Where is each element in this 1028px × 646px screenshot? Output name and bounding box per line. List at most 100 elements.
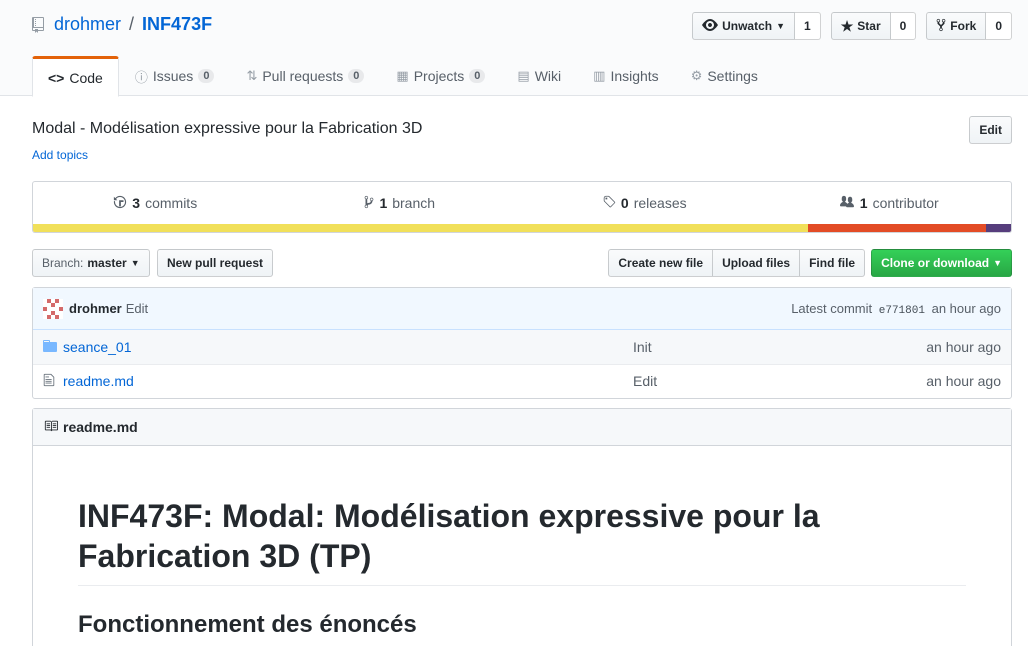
repo-description: Modal - Modélisation expressive pour la … bbox=[32, 120, 423, 137]
tab-settings-label: Settings bbox=[707, 68, 758, 84]
latest-commit-bar: drohmer Edit Latest commit e771801 an ho… bbox=[33, 288, 1011, 330]
gear-icon: ⚙ bbox=[690, 68, 703, 83]
fork-label: Fork bbox=[950, 19, 977, 33]
history-icon bbox=[113, 195, 127, 212]
book-icon bbox=[43, 419, 59, 436]
file-message-cell: Edit bbox=[623, 364, 746, 398]
files-table: seance_01 Init an hour ago readme.md Edi… bbox=[33, 330, 1011, 398]
repo-name-link[interactable]: INF473F bbox=[142, 14, 212, 35]
find-file-button[interactable]: Find file bbox=[799, 249, 866, 277]
fork-button[interactable]: Fork bbox=[926, 12, 987, 40]
upload-files-button[interactable]: Upload files bbox=[712, 249, 801, 277]
branch-label: branch bbox=[392, 195, 436, 211]
graph-icon: ▥ bbox=[593, 68, 606, 83]
clone-or-download-button[interactable]: Clone or download ▼ bbox=[871, 249, 1012, 277]
clone-label: Clone or download bbox=[881, 256, 990, 270]
file-message-cell: Init bbox=[623, 330, 746, 364]
releases-summary[interactable]: 0 releases bbox=[522, 182, 767, 224]
branch-select-button[interactable]: Branch: master ▼ bbox=[32, 249, 150, 277]
fork-count[interactable]: 0 bbox=[986, 12, 1012, 40]
commits-label: commits bbox=[145, 195, 198, 211]
commit-meta: Latest commit e771801 an hour ago bbox=[791, 301, 1001, 317]
file-age: an hour ago bbox=[926, 338, 1001, 355]
tab-projects-label: Projects bbox=[413, 68, 465, 84]
repo-owner-link[interactable]: drohmer bbox=[54, 14, 121, 35]
star-label: Star bbox=[857, 19, 881, 33]
commits-count: 3 bbox=[132, 195, 141, 211]
new-pull-request-button[interactable]: New pull request bbox=[157, 249, 274, 277]
git-pull-request-icon: ⇅ bbox=[246, 68, 258, 83]
watch-group: Unwatch ▼ 1 bbox=[692, 12, 821, 40]
tab-issues[interactable]: ⓘ Issues 0 bbox=[119, 56, 231, 96]
tab-insights-label: Insights bbox=[610, 68, 659, 84]
tab-wiki-label: Wiki bbox=[534, 68, 562, 84]
releases-label: releases bbox=[633, 195, 687, 211]
tab-insights[interactable]: ▥ Insights bbox=[577, 56, 675, 96]
tab-settings[interactable]: ⚙ Settings bbox=[675, 56, 774, 96]
unwatch-label: Unwatch bbox=[722, 19, 773, 33]
repo-actions: Unwatch ▼ 1 ★ Star 0 Fork 0 bbox=[692, 12, 1012, 40]
file-commit-message-link[interactable]: Init bbox=[633, 339, 652, 355]
eye-icon bbox=[702, 18, 719, 34]
commit-message-link[interactable]: Edit bbox=[126, 301, 148, 316]
branch-summary[interactable]: 1 branch bbox=[278, 182, 523, 224]
star-icon: ★ bbox=[840, 17, 854, 34]
folder-icon-cell bbox=[33, 330, 63, 364]
language-segment bbox=[985, 224, 1011, 232]
star-button[interactable]: ★ Star bbox=[830, 12, 891, 40]
repo-separator: / bbox=[129, 14, 135, 34]
add-topics-link[interactable]: Add topics bbox=[32, 148, 88, 162]
caret-down-icon: ▼ bbox=[776, 21, 786, 31]
language-segment bbox=[33, 224, 808, 232]
commit-author-link[interactable]: drohmer bbox=[69, 301, 122, 316]
edit-description-button[interactable]: Edit bbox=[969, 116, 1012, 144]
repo-icon bbox=[32, 16, 44, 33]
avatar[interactable] bbox=[43, 298, 63, 319]
watch-count[interactable]: 1 bbox=[795, 12, 821, 40]
readme-header: readme.md bbox=[33, 409, 1011, 446]
star-count[interactable]: 0 bbox=[890, 12, 917, 40]
star-group: ★ Star 0 bbox=[830, 12, 917, 40]
file-actions-group: Create new file Upload files Find file bbox=[608, 249, 866, 277]
file-name-link[interactable]: readme.md bbox=[63, 373, 134, 389]
latest-commit-label: Latest commit bbox=[791, 300, 873, 316]
issues-counter: 0 bbox=[198, 69, 215, 83]
commits-summary[interactable]: 3 commits bbox=[33, 182, 278, 224]
table-row: seance_01 Init an hour ago bbox=[33, 330, 1011, 364]
people-icon bbox=[839, 195, 855, 212]
pulls-counter: 0 bbox=[348, 69, 365, 83]
caret-down-icon: ▼ bbox=[130, 258, 140, 268]
contributors-summary[interactable]: 1 contributor bbox=[767, 182, 1012, 224]
file-list: drohmer Edit Latest commit e771801 an ho… bbox=[32, 287, 1012, 399]
file-commit-message-link[interactable]: Edit bbox=[633, 373, 657, 389]
tab-wiki[interactable]: ▤ Wiki bbox=[501, 56, 577, 96]
branch-select-value: master bbox=[87, 256, 127, 270]
readme-heading-1: INF473F: Modal: Modélisation expressive … bbox=[78, 496, 966, 586]
readme-filename: readme.md bbox=[63, 419, 138, 435]
git-branch-icon bbox=[364, 195, 374, 212]
commit-age: an hour ago bbox=[931, 300, 1001, 316]
tab-pulls-label: Pull requests bbox=[262, 68, 344, 84]
fork-group: Fork 0 bbox=[926, 12, 1012, 40]
file-name-cell: seance_01 bbox=[63, 330, 623, 364]
file-name-link[interactable]: seance_01 bbox=[63, 339, 132, 355]
fork-icon bbox=[936, 18, 946, 35]
language-bar[interactable] bbox=[32, 224, 1012, 233]
file-text-icon bbox=[43, 373, 55, 390]
branch-select-label: Branch: bbox=[42, 256, 84, 270]
commit-sha-link[interactable]: e771801 bbox=[879, 305, 925, 317]
unwatch-button[interactable]: Unwatch ▼ bbox=[692, 12, 796, 40]
tab-projects[interactable]: ▦ Projects 0 bbox=[380, 56, 501, 96]
tab-pull-requests[interactable]: ⇅ Pull requests 0 bbox=[230, 56, 380, 96]
file-navigation: Branch: master ▼ New pull request Create… bbox=[32, 249, 1012, 277]
repo-nav: <> Code ⓘ Issues 0 ⇅ Pull requests 0 ▦ P… bbox=[32, 56, 774, 97]
releases-count: 0 bbox=[620, 195, 629, 211]
caret-down-icon: ▼ bbox=[993, 258, 1002, 268]
readme-heading-2: Fonctionnement des énoncés bbox=[78, 610, 966, 646]
readme-content: INF473F: Modal: Modélisation expressive … bbox=[33, 446, 1011, 646]
create-new-file-button[interactable]: Create new file bbox=[608, 249, 714, 277]
file-name-cell: readme.md bbox=[63, 364, 623, 398]
tab-code[interactable]: <> Code bbox=[32, 56, 119, 97]
projects-counter: 0 bbox=[469, 69, 486, 83]
contributors-count: 1 bbox=[859, 195, 868, 211]
